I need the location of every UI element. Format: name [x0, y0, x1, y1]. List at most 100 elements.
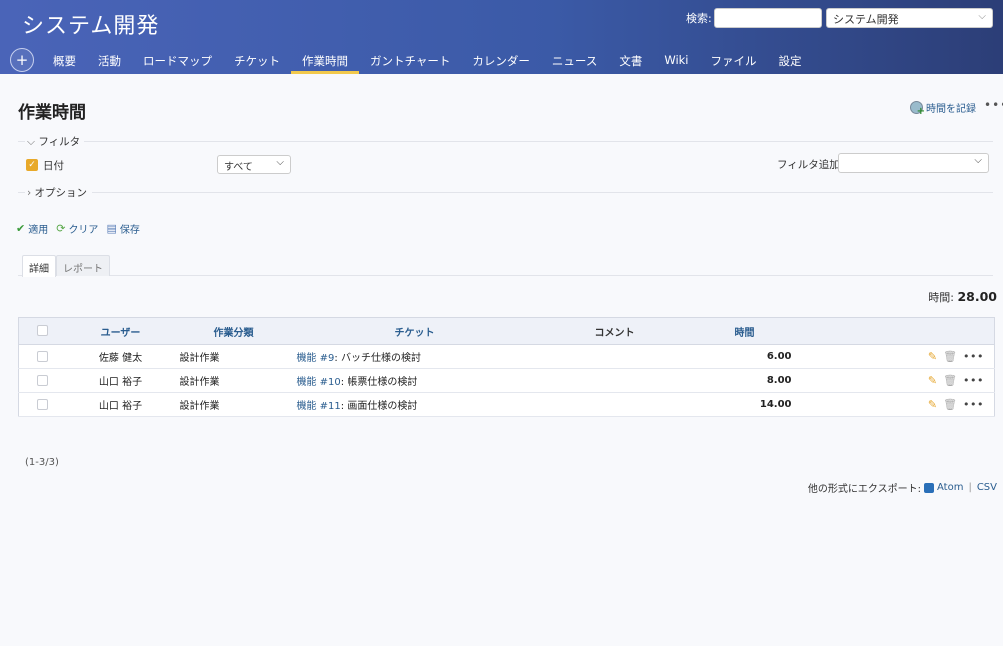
filter-toggle[interactable]: ⌵ フィルタ [27, 134, 80, 149]
row-checkbox[interactable] [18, 368, 67, 393]
apply-button[interactable]: ✔ 適用 [16, 221, 48, 236]
ellipsis-icon[interactable]: ••• [963, 374, 984, 387]
search-input[interactable] [714, 8, 822, 28]
table-row: 山口 裕子 設計作業 機能 #10: 帳票仕様の検討 8.00 ✎ 🗑 ••• [18, 368, 995, 393]
activity-cell: 設計作業 [174, 392, 293, 417]
table-row: 佐藤 健太 設計作業 機能 #9: バッチ仕様の検討 6.00 ✎ 🗑 ••• [18, 344, 995, 369]
issue-subject: : 画面仕様の検討 [340, 401, 418, 412]
menu-item-gantt[interactable]: ガントチャート [359, 46, 461, 74]
chevron-right-icon: › [27, 187, 32, 199]
pencil-icon[interactable]: ✎ [928, 350, 937, 363]
table-row: 山口 裕子 設計作業 機能 #11: 画面仕様の検討 14.00 ✎ 🗑 ••• [18, 392, 995, 417]
add-filter-label: フィルタ追加 [777, 159, 840, 171]
date-filter-checkbox[interactable]: ✓ [26, 159, 38, 171]
pagination-info: (1-3/3) [25, 457, 59, 468]
reload-icon: ⟳ [56, 222, 66, 235]
menu-item-activity[interactable]: 活動 [87, 46, 132, 74]
pencil-icon[interactable]: ✎ [928, 398, 937, 411]
chevron-down-icon: ⌵ [27, 136, 35, 148]
ellipsis-icon[interactable]: ••• [963, 398, 984, 411]
project-title[interactable]: システム開発 [22, 8, 159, 40]
menu-item-news[interactable]: ニュース [541, 46, 608, 74]
log-time-label: 時間を記録 [926, 104, 976, 115]
ellipsis-icon[interactable]: ••• [984, 98, 1003, 112]
divider [92, 192, 993, 193]
top-header: システム開発 検索: システム開発 ⌵ + 概要 活動 ロードマップ チケット … [0, 0, 1003, 74]
clock-add-icon [910, 101, 925, 117]
menu-item-wiki[interactable]: Wiki [653, 46, 699, 74]
hours-cell: 6.00 [692, 344, 797, 369]
project-jump-value: システム開発 [833, 13, 899, 26]
issue-subject: : バッチ仕様の検討 [334, 353, 421, 364]
total-hours-value: 28.00 [957, 289, 997, 304]
export-atom-link[interactable]: Atom [937, 482, 963, 493]
plus-icon[interactable]: + [10, 48, 34, 72]
comment-cell [536, 392, 693, 417]
options-legend-label: オプション [34, 187, 88, 199]
header-activity[interactable]: 作業分類 [174, 317, 293, 345]
menu-item-documents[interactable]: 文書 [608, 46, 653, 74]
issue-subject: : 帳票仕様の検討 [340, 377, 418, 388]
save-button[interactable]: ▤ 保存 [106, 221, 139, 236]
issue-link[interactable]: 機能 #10 [297, 377, 341, 388]
trash-icon[interactable]: 🗑 [943, 398, 957, 411]
menu-item-overview[interactable]: 概要 [42, 46, 87, 74]
hours-cell: 14.00 [692, 392, 797, 417]
menu-item-issues[interactable]: チケット [223, 46, 291, 74]
menu-item-files[interactable]: ファイル [700, 46, 768, 74]
divider [18, 192, 25, 193]
add-filter-select[interactable]: ⌵ [838, 153, 989, 173]
trash-icon[interactable]: 🗑 [943, 374, 957, 387]
divider [84, 141, 993, 142]
header-hours[interactable]: 時間 [692, 317, 797, 345]
save-icon: ▤ [106, 222, 117, 235]
menu-item-settings[interactable]: 設定 [768, 46, 813, 74]
main-menu: 概要 活動 ロードマップ チケット 作業時間 ガントチャート カレンダー ニュー… [42, 46, 813, 74]
row-checkbox[interactable] [18, 392, 67, 417]
menu-item-calendar[interactable]: カレンダー [461, 46, 541, 74]
header-issue[interactable]: チケット [292, 317, 537, 345]
issue-cell: 機能 #10: 帳票仕様の検討 [292, 368, 537, 393]
trash-icon[interactable]: 🗑 [943, 350, 957, 363]
row-actions: ✎ 🗑 ••• [796, 392, 995, 417]
query-buttons: ✔ 適用 ⟳ クリア ▤ 保存 [16, 221, 140, 236]
export-csv-link[interactable]: CSV [977, 482, 997, 493]
select-all-checkbox[interactable] [18, 317, 67, 345]
comment-cell [536, 344, 693, 369]
filter-legend-label: フィルタ [38, 136, 81, 148]
tab-details[interactable]: 詳細 [22, 255, 56, 277]
header-comment: コメント [536, 317, 693, 345]
header-actions [796, 317, 995, 345]
pencil-icon[interactable]: ✎ [928, 374, 937, 387]
options-toggle[interactable]: › オプション [27, 185, 87, 200]
export-separator: | [968, 482, 972, 493]
menu-item-time-entries[interactable]: 作業時間 [291, 46, 359, 74]
clear-button[interactable]: ⟳ クリア [56, 221, 98, 236]
menu-item-roadmap[interactable]: ロードマップ [132, 46, 223, 74]
user-link[interactable]: 山口 裕子 [66, 368, 175, 393]
save-label: 保存 [119, 225, 140, 236]
total-hours-label: 時間: [928, 291, 954, 304]
row-checkbox[interactable] [18, 344, 67, 369]
date-filter-label[interactable]: 日付 [43, 158, 64, 173]
apply-label: 適用 [28, 225, 49, 236]
activity-cell: 設計作業 [174, 368, 293, 393]
feed-icon [924, 482, 934, 493]
header-user[interactable]: ユーザー [66, 317, 175, 345]
issue-link[interactable]: 機能 #11 [297, 401, 341, 412]
project-jump-select[interactable]: システム開発 ⌵ [826, 8, 993, 28]
total-hours: 時間: 28.00 [928, 289, 997, 305]
user-link[interactable]: 佐藤 健太 [66, 344, 175, 369]
tab-report[interactable]: レポート [56, 255, 110, 276]
time-entries-table: ユーザー 作業分類 チケット コメント 時間 佐藤 健太 設計作業 機能 #9:… [18, 317, 995, 417]
ellipsis-icon[interactable]: ••• [963, 350, 984, 363]
date-operator-select[interactable]: すべて ⌵ [217, 155, 291, 174]
issue-link[interactable]: 機能 #9 [297, 353, 335, 364]
log-time-link[interactable]: 時間を記録 [910, 100, 976, 117]
export-links: 他の形式にエクスポート: Atom | CSV [808, 480, 997, 495]
user-link[interactable]: 山口 裕子 [66, 392, 175, 417]
tabs: 詳細 レポート [18, 255, 993, 277]
check-icon: ✔ [16, 222, 26, 235]
main-content: 作業時間 時間を記録 ••• ⌵ フィルタ ✓ 日付 すべて ⌵ フィルタ追加 … [0, 74, 1003, 646]
export-label: 他の形式にエクスポート: [807, 484, 921, 495]
